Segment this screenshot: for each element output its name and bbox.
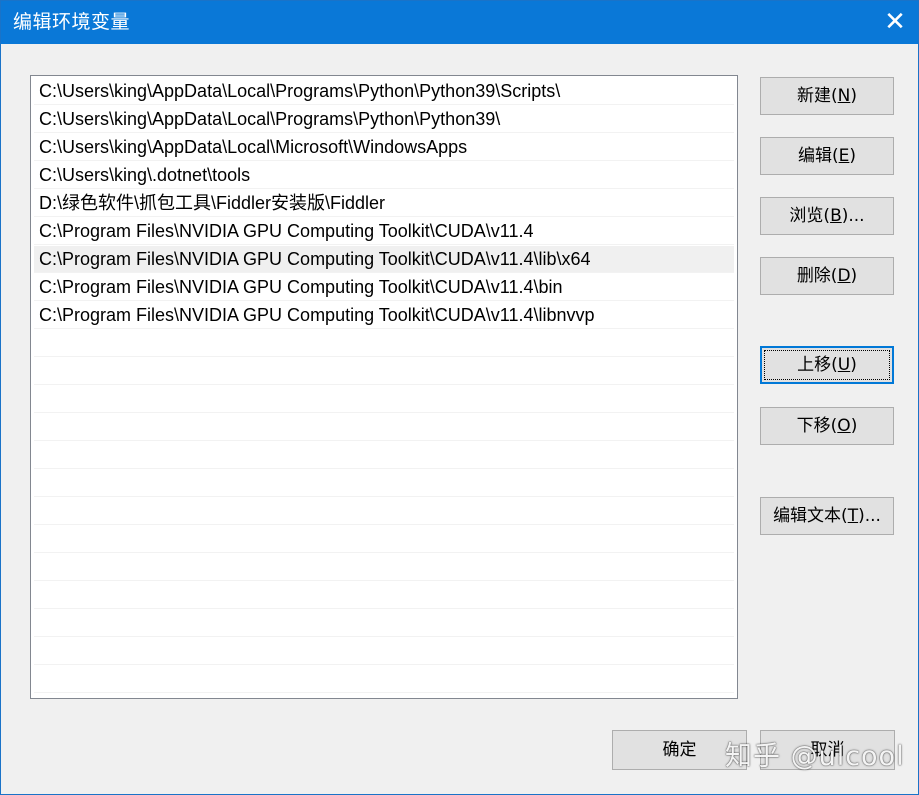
empty-list-row bbox=[34, 386, 734, 413]
edit-button[interactable]: 编辑(E) bbox=[760, 137, 894, 175]
path-list[interactable]: C:\Users\king\AppData\Local\Programs\Pyt… bbox=[30, 75, 738, 699]
list-item[interactable]: D:\绿色软件\抓包工具\Fiddler安装版\Fiddler bbox=[34, 190, 734, 217]
browse-button[interactable]: 浏览(B)... bbox=[760, 197, 894, 235]
list-item[interactable]: C:\Users\king\AppData\Local\Programs\Pyt… bbox=[34, 106, 734, 133]
empty-list-row bbox=[34, 554, 734, 581]
new-button[interactable]: 新建(N) bbox=[760, 77, 894, 115]
list-item[interactable]: C:\Users\king\AppData\Local\Microsoft\Wi… bbox=[34, 134, 734, 161]
move-up-button[interactable]: 上移(U) bbox=[760, 346, 894, 384]
dialog-body: C:\Users\king\AppData\Local\Programs\Pyt… bbox=[1, 44, 918, 794]
empty-list-row bbox=[34, 666, 734, 693]
empty-list-row bbox=[34, 442, 734, 469]
delete-button[interactable]: 删除(D) bbox=[760, 257, 894, 295]
move-down-button[interactable]: 下移(O) bbox=[760, 407, 894, 445]
empty-list-row bbox=[34, 526, 734, 553]
empty-list-row bbox=[34, 358, 734, 385]
list-item[interactable]: C:\Program Files\NVIDIA GPU Computing To… bbox=[34, 302, 734, 329]
empty-list-row bbox=[34, 582, 734, 609]
ok-button[interactable]: 确定 bbox=[612, 730, 747, 770]
empty-list-row bbox=[34, 638, 734, 665]
list-item[interactable]: C:\Program Files\NVIDIA GPU Computing To… bbox=[34, 218, 734, 245]
edit-text-button[interactable]: 编辑文本(T)... bbox=[760, 497, 894, 535]
empty-list-row bbox=[34, 610, 734, 637]
list-item[interactable]: C:\Users\king\.dotnet\tools bbox=[34, 162, 734, 189]
list-item[interactable]: C:\Program Files\NVIDIA GPU Computing To… bbox=[34, 274, 734, 301]
empty-list-row bbox=[34, 498, 734, 525]
list-item[interactable]: C:\Users\king\AppData\Local\Programs\Pyt… bbox=[34, 78, 734, 105]
empty-list-row bbox=[34, 330, 734, 357]
empty-list-row bbox=[34, 414, 734, 441]
close-icon[interactable]: ✕ bbox=[872, 1, 918, 44]
window-title: 编辑环境变量 bbox=[13, 11, 131, 33]
empty-list-row bbox=[34, 470, 734, 497]
edit-env-var-dialog: 编辑环境变量 ✕ C:\Users\king\AppData\Local\Pro… bbox=[0, 0, 919, 795]
list-item-selected[interactable]: C:\Program Files\NVIDIA GPU Computing To… bbox=[34, 246, 734, 273]
cancel-button[interactable]: 取消 bbox=[760, 730, 895, 770]
title-bar[interactable]: 编辑环境变量 ✕ bbox=[1, 1, 918, 44]
